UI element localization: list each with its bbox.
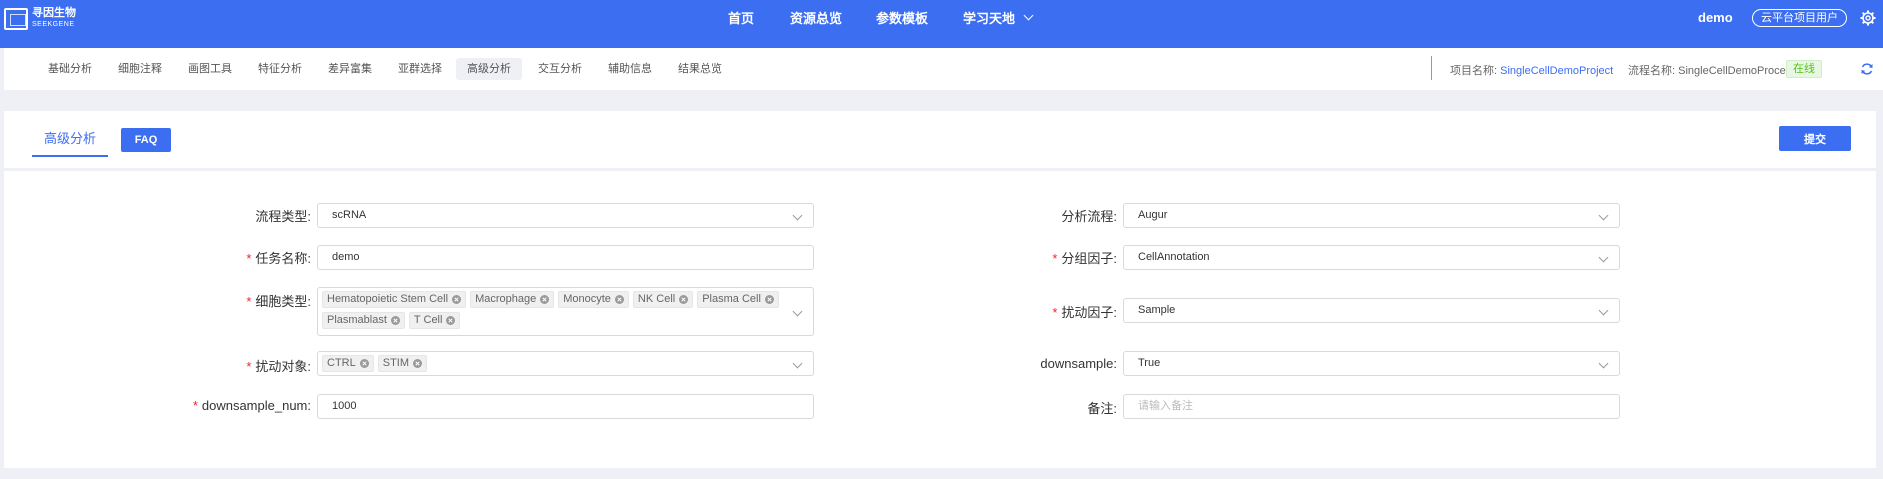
advanced-analysis-panel: 高级分析 FAQ 提交 流程类型: scRNA * 任务名称: demo * 细胞类… bbox=[4, 111, 1876, 468]
topnav-label: 参数模板 bbox=[876, 10, 929, 26]
task-name-label: * 任务名称: bbox=[246, 251, 311, 266]
chevron-down-icon bbox=[792, 306, 803, 317]
downsample-num-input[interactable]: 1000 bbox=[317, 394, 814, 419]
subnav-item-diff-enrich[interactable]: 差异富集 bbox=[317, 58, 383, 80]
tag-close-icon[interactable] bbox=[390, 316, 400, 325]
analysis-nav: 基础分析 细胞注释 画图工具 特征分析 差异富集 亚群选择 高级分析 交互分析 … bbox=[4, 48, 1883, 90]
gear-icon[interactable] bbox=[1860, 10, 1876, 26]
downsample-label: downsample: bbox=[1040, 356, 1117, 371]
status-badge: 在线 bbox=[1786, 60, 1822, 78]
tag-close-icon[interactable] bbox=[446, 316, 456, 325]
subnav-item-plot-tools[interactable]: 画图工具 bbox=[177, 58, 243, 80]
task-name-value: demo bbox=[332, 251, 360, 263]
user-name[interactable]: demo bbox=[1698, 10, 1733, 25]
tag: Hematopoietic Stem Cell bbox=[322, 291, 467, 308]
downsample-value: True bbox=[1138, 357, 1161, 369]
faq-button[interactable]: FAQ bbox=[121, 128, 171, 152]
topnav-item-home[interactable]: 首页 bbox=[728, 0, 754, 34]
task-name-input[interactable]: demo bbox=[317, 245, 814, 270]
project-info: 项目名称: SingleCellDemoProject bbox=[1450, 62, 1613, 78]
perturb-factor-value: Sample bbox=[1138, 304, 1176, 316]
project-name-link[interactable]: SingleCellDemoProject bbox=[1500, 65, 1613, 77]
tag: NK Cell bbox=[632, 291, 694, 308]
refresh-icon[interactable] bbox=[1860, 62, 1874, 76]
cell-type-label: * 细胞类型: bbox=[246, 294, 311, 309]
tag-close-icon[interactable] bbox=[679, 295, 689, 304]
process-label: 流程名称: bbox=[1628, 65, 1676, 77]
divider bbox=[1431, 56, 1432, 80]
perturb-object-label: * 扰动对象: bbox=[246, 359, 311, 374]
analysis-pipeline-label: 分析流程: bbox=[1061, 209, 1117, 224]
analysis-pipeline-select[interactable]: Augur bbox=[1123, 203, 1620, 228]
brand-name-en: SEEKGENE bbox=[32, 21, 75, 28]
panel-header: 高级分析 FAQ 提交 bbox=[4, 111, 1876, 171]
tab-advanced-analysis[interactable]: 高级分析 bbox=[32, 128, 108, 157]
group-factor-label: * 分组因子: bbox=[1052, 251, 1117, 266]
topnav-label: 首页 bbox=[728, 10, 755, 26]
downsample-select[interactable]: True bbox=[1123, 351, 1620, 376]
cell-type-tags: Hematopoietic Stem Cell Macrophage Monoc… bbox=[322, 291, 787, 333]
chevron-down-icon bbox=[1598, 305, 1609, 316]
tag-close-icon[interactable] bbox=[413, 359, 423, 368]
tag-close-icon[interactable] bbox=[614, 295, 624, 304]
group-factor-select[interactable]: CellAnnotation bbox=[1123, 245, 1620, 270]
top-bar: 寻因生物 SEEKGENE 首页 资源总览 参数模板 学习天地 demo 云平台… bbox=[0, 0, 1883, 48]
perturb-factor-label: * 扰动因子: bbox=[1052, 305, 1117, 320]
subnav-item-feature[interactable]: 特征分析 bbox=[247, 58, 313, 80]
process-name: SingleCellDemoProcess bbox=[1678, 65, 1797, 77]
perturb-factor-select[interactable]: Sample bbox=[1123, 298, 1620, 323]
tag: STIM bbox=[377, 355, 428, 372]
subnav-item-annotation[interactable]: 细胞注释 bbox=[107, 58, 173, 80]
tag-close-icon[interactable] bbox=[540, 295, 550, 304]
remark-input[interactable]: 请输入备注 bbox=[1123, 394, 1620, 419]
subnav-item-results[interactable]: 结果总览 bbox=[667, 58, 733, 80]
topnav-label: 资源总览 bbox=[790, 10, 843, 26]
tag: Plasma Cell bbox=[697, 291, 779, 308]
user-role-badge[interactable]: 云平台项目用户 bbox=[1752, 9, 1847, 27]
pipeline-type-label: 流程类型: bbox=[255, 209, 311, 224]
tag: Monocyte bbox=[558, 291, 629, 308]
chevron-down-icon bbox=[792, 358, 803, 369]
subnav-item-auxiliary[interactable]: 辅助信息 bbox=[597, 58, 663, 80]
topnav-item-learning[interactable]: 学习天地 bbox=[963, 0, 1034, 34]
pipeline-type-select[interactable]: scRNA bbox=[317, 203, 814, 228]
logo-icon bbox=[4, 8, 28, 30]
chevron-down-icon bbox=[1598, 252, 1609, 263]
project-label: 项目名称: bbox=[1450, 65, 1498, 77]
topnav-label: 学习天地 bbox=[963, 10, 1016, 26]
perturb-object-tags: CTRL STIM bbox=[322, 355, 787, 376]
process-info: 流程名称: SingleCellDemoProcess bbox=[1628, 62, 1797, 78]
cell-type-multiselect[interactable]: Hematopoietic Stem Cell Macrophage Monoc… bbox=[317, 287, 814, 336]
chevron-down-icon bbox=[1598, 210, 1609, 221]
downsample-num-value: 1000 bbox=[332, 400, 357, 412]
remark-label: 备注: bbox=[1087, 401, 1117, 416]
downsample-num-label: * downsample_num: bbox=[192, 398, 311, 413]
tag: Plasmablast bbox=[322, 312, 405, 329]
tag-close-icon[interactable] bbox=[764, 295, 774, 304]
tag-close-icon[interactable] bbox=[359, 359, 369, 368]
subnav-item-interactive[interactable]: 交互分析 bbox=[527, 58, 593, 80]
tag-close-icon[interactable] bbox=[452, 295, 462, 304]
subnav-item-subcluster[interactable]: 亚群选择 bbox=[387, 58, 453, 80]
brand-name-cn: 寻因生物 bbox=[32, 7, 76, 19]
subnav-item-basic[interactable]: 基础分析 bbox=[37, 58, 103, 80]
chevron-down-icon bbox=[792, 210, 803, 221]
pipeline-type-value: scRNA bbox=[332, 209, 367, 221]
chevron-down-icon bbox=[1598, 358, 1609, 369]
tag: T Cell bbox=[408, 312, 461, 329]
submit-button[interactable]: 提交 bbox=[1779, 126, 1851, 151]
subnav-item-advanced[interactable]: 高级分析 bbox=[456, 58, 522, 80]
tag: Macrophage bbox=[470, 291, 555, 308]
topnav-item-resources[interactable]: 资源总览 bbox=[790, 0, 842, 34]
tag: CTRL bbox=[322, 355, 374, 372]
remark-placeholder: 请输入备注 bbox=[1138, 400, 1193, 412]
perturb-object-multiselect[interactable]: CTRL STIM bbox=[317, 351, 814, 376]
chevron-down-icon bbox=[1023, 10, 1034, 20]
analysis-pipeline-value: Augur bbox=[1138, 209, 1168, 221]
brand-logo[interactable]: 寻因生物 SEEKGENE bbox=[4, 8, 76, 30]
group-factor-value: CellAnnotation bbox=[1138, 251, 1210, 263]
topnav-item-templates[interactable]: 参数模板 bbox=[876, 0, 928, 34]
